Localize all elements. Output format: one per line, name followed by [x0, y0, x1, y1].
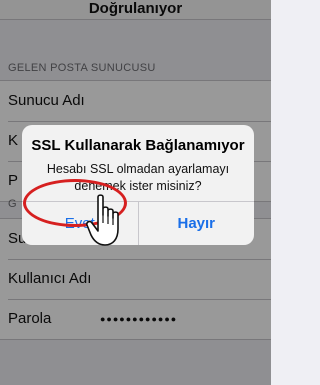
no-button[interactable]: Hayır	[137, 202, 255, 245]
alert-title: SSL Kullanarak Bağlanamıyor	[31, 137, 245, 154]
settings-screen: Doğrulanıyor GELEN POSTA SUNUCUSU Sunucu…	[0, 0, 271, 385]
alert-message-line1: Hesabı SSL olmadan ayarlamayı	[46, 162, 230, 176]
hand-pointer-icon	[86, 194, 119, 246]
